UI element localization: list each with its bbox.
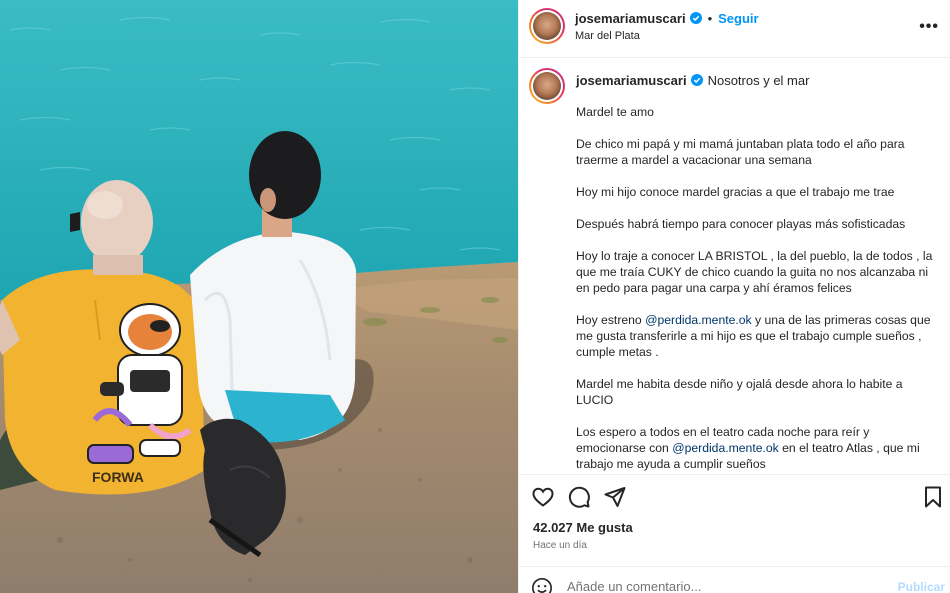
- caption-paragraph: Hoy lo traje a conocer LA BRISTOL , la d…: [576, 249, 933, 295]
- verified-badge-icon: [690, 74, 703, 86]
- caption-author-avatar[interactable]: [529, 68, 565, 104]
- likes-count[interactable]: 42.027 Me gusta: [533, 520, 633, 535]
- verified-badge-icon: [689, 12, 702, 24]
- mention-link[interactable]: @perdida.mente.ok: [645, 313, 752, 327]
- caption-body: Mardel te amo De chico mi papá y mi mamá…: [576, 104, 936, 474]
- caption-paragraph: Mardel me habita desde niño y ojalá desd…: [576, 377, 903, 407]
- caption-section: josemariamuscari Nosotros y el mar Mardel…: [519, 58, 950, 474]
- post-photo[interactable]: FORWA: [0, 0, 518, 593]
- caption-title: Nosotros y el mar: [707, 73, 810, 88]
- post-location[interactable]: Mar del Plata: [575, 30, 640, 42]
- post-timestamp: Hace un día: [533, 540, 587, 551]
- caption-paragraph: Hoy mi hijo conoce mardel gracias a que …: [576, 185, 895, 199]
- caption-paragraph: Mardel te amo: [576, 105, 654, 119]
- caption-paragraph: Los espero a todos en el teatro cada noc…: [576, 424, 936, 472]
- caption-text: Hoy estreno: [576, 313, 646, 327]
- mention-link[interactable]: @perdida.mente.ok: [672, 441, 779, 455]
- post-header: josemariamuscari • Seguir Mar del Plata ••…: [519, 0, 950, 58]
- post-panel: josemariamuscari • Seguir Mar del Plata ••…: [518, 0, 950, 593]
- smiley-icon[interactable]: [531, 577, 553, 593]
- follow-button[interactable]: Seguir: [718, 11, 758, 26]
- paper-plane-icon[interactable]: [603, 485, 627, 509]
- comment-bubble-icon[interactable]: [567, 485, 591, 509]
- action-bar: [519, 474, 950, 518]
- bookmark-icon[interactable]: [921, 485, 945, 509]
- separator-dot: •: [707, 11, 713, 26]
- caption-paragraph: Hoy estreno @perdida.mente.ok y una de l…: [576, 312, 936, 360]
- comment-input[interactable]: [567, 579, 867, 593]
- publish-button[interactable]: Publicar: [898, 580, 945, 593]
- caption-paragraph: Después habrá tiempo para conocer playas…: [576, 217, 906, 231]
- caption-paragraph: De chico mi papá y mi mamá juntaban plat…: [576, 137, 905, 167]
- author-avatar[interactable]: [529, 8, 565, 44]
- post-photo-image: FORWA: [0, 0, 518, 593]
- heart-icon[interactable]: [531, 485, 555, 509]
- author-username[interactable]: josemariamuscari: [575, 11, 686, 26]
- header-name-row: josemariamuscari • Seguir: [575, 11, 759, 26]
- comment-box: Publicar: [519, 566, 950, 593]
- more-options-icon[interactable]: •••: [919, 18, 939, 36]
- svg-text:FORWA: FORWA: [92, 469, 144, 485]
- caption-name-row: josemariamuscari Nosotros y el mar: [576, 73, 809, 88]
- caption-username[interactable]: josemariamuscari: [576, 73, 687, 88]
